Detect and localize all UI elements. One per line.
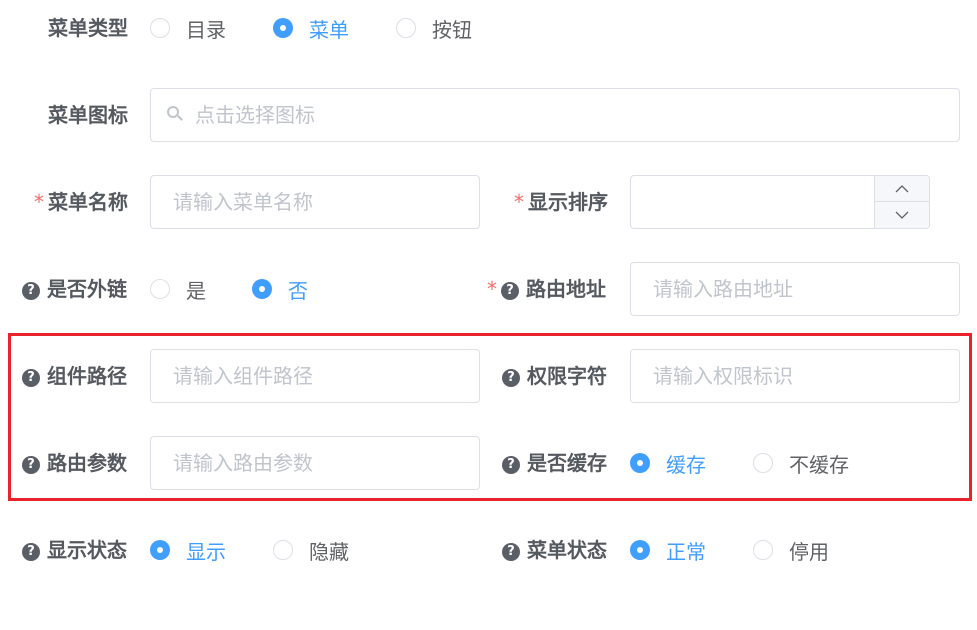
decrease-button[interactable] (875, 202, 929, 228)
cache-radio-cache[interactable]: 缓存 (630, 436, 706, 490)
radio-circle[interactable] (630, 540, 650, 560)
required-mark: * (514, 190, 524, 214)
question-circle-icon[interactable]: ? (22, 456, 40, 474)
cache-radio-no-cache[interactable]: 不缓存 (753, 436, 849, 490)
radio-circle[interactable] (396, 18, 416, 38)
radio-circle[interactable] (753, 453, 773, 473)
menu-icon-label: 菜单图标 (48, 103, 128, 127)
external-link-radio-no[interactable]: 否 (252, 262, 308, 316)
radio-circle[interactable] (150, 18, 170, 38)
route-path-label: *? 路由地址 (487, 277, 606, 301)
radio-label: 目录 (186, 17, 226, 42)
question-circle-icon[interactable]: ? (22, 369, 40, 387)
increase-button[interactable] (875, 176, 929, 202)
status-label: ? 菜单状态 (502, 523, 607, 577)
order-stepper (874, 176, 929, 228)
route-params-label: ? 路由参数 (22, 436, 127, 490)
question-circle-icon[interactable]: ? (22, 282, 40, 300)
route-path-input[interactable] (630, 262, 960, 316)
radio-circle[interactable] (273, 18, 293, 38)
menu-name-input[interactable] (150, 175, 480, 229)
radio-label: 是 (186, 278, 206, 303)
radio-label: 缓存 (666, 452, 706, 477)
permission-input[interactable] (630, 349, 960, 403)
required-mark: * (34, 190, 44, 214)
status-radio-disabled[interactable]: 停用 (753, 523, 829, 577)
radio-circle[interactable] (150, 279, 170, 299)
menu-type-label: 菜单类型 (48, 16, 128, 40)
radio-label: 停用 (789, 539, 829, 564)
required-mark: * (487, 277, 497, 301)
radio-label: 显示 (186, 539, 226, 564)
component-path-input[interactable] (150, 349, 480, 403)
external-link-label: ? 是否外链 (22, 262, 127, 316)
component-path-label: ? 组件路径 (22, 349, 127, 403)
chevron-up-icon (895, 184, 909, 192)
radio-label: 否 (288, 278, 308, 303)
chevron-down-icon (895, 211, 909, 219)
permission-label: ? 权限字符 (502, 349, 607, 403)
radio-label: 隐藏 (309, 539, 349, 564)
radio-label: 按钮 (432, 17, 472, 42)
radio-label: 菜单 (309, 17, 349, 42)
radio-circle[interactable] (273, 540, 293, 560)
route-params-input[interactable] (150, 436, 480, 490)
display-order-label: * 显示排序 (514, 190, 608, 214)
visible-label: ? 显示状态 (22, 523, 127, 577)
menu-type-radio-button[interactable]: 按钮 (396, 1, 472, 55)
radio-circle[interactable] (150, 540, 170, 560)
question-circle-icon[interactable]: ? (502, 369, 520, 387)
menu-type-radio-directory[interactable]: 目录 (150, 1, 226, 55)
question-circle-icon[interactable]: ? (22, 543, 40, 561)
radio-circle[interactable] (252, 279, 272, 299)
question-circle-icon[interactable]: ? (501, 282, 519, 300)
external-link-radio-yes[interactable]: 是 (150, 262, 206, 316)
visible-radio-show[interactable]: 显示 (150, 523, 226, 577)
question-circle-icon[interactable]: ? (502, 543, 520, 561)
menu-type-radio-menu[interactable]: 菜单 (273, 1, 349, 55)
cache-label: ? 是否缓存 (502, 436, 607, 490)
radio-label: 不缓存 (789, 452, 849, 477)
visible-radio-hide[interactable]: 隐藏 (273, 523, 349, 577)
menu-icon-input[interactable] (150, 88, 960, 142)
search-icon (167, 106, 183, 122)
radio-circle[interactable] (753, 540, 773, 560)
status-radio-normal[interactable]: 正常 (630, 523, 706, 577)
menu-name-label: * 菜单名称 (34, 190, 128, 214)
radio-circle[interactable] (630, 453, 650, 473)
radio-label: 正常 (666, 539, 706, 564)
question-circle-icon[interactable]: ? (502, 456, 520, 474)
